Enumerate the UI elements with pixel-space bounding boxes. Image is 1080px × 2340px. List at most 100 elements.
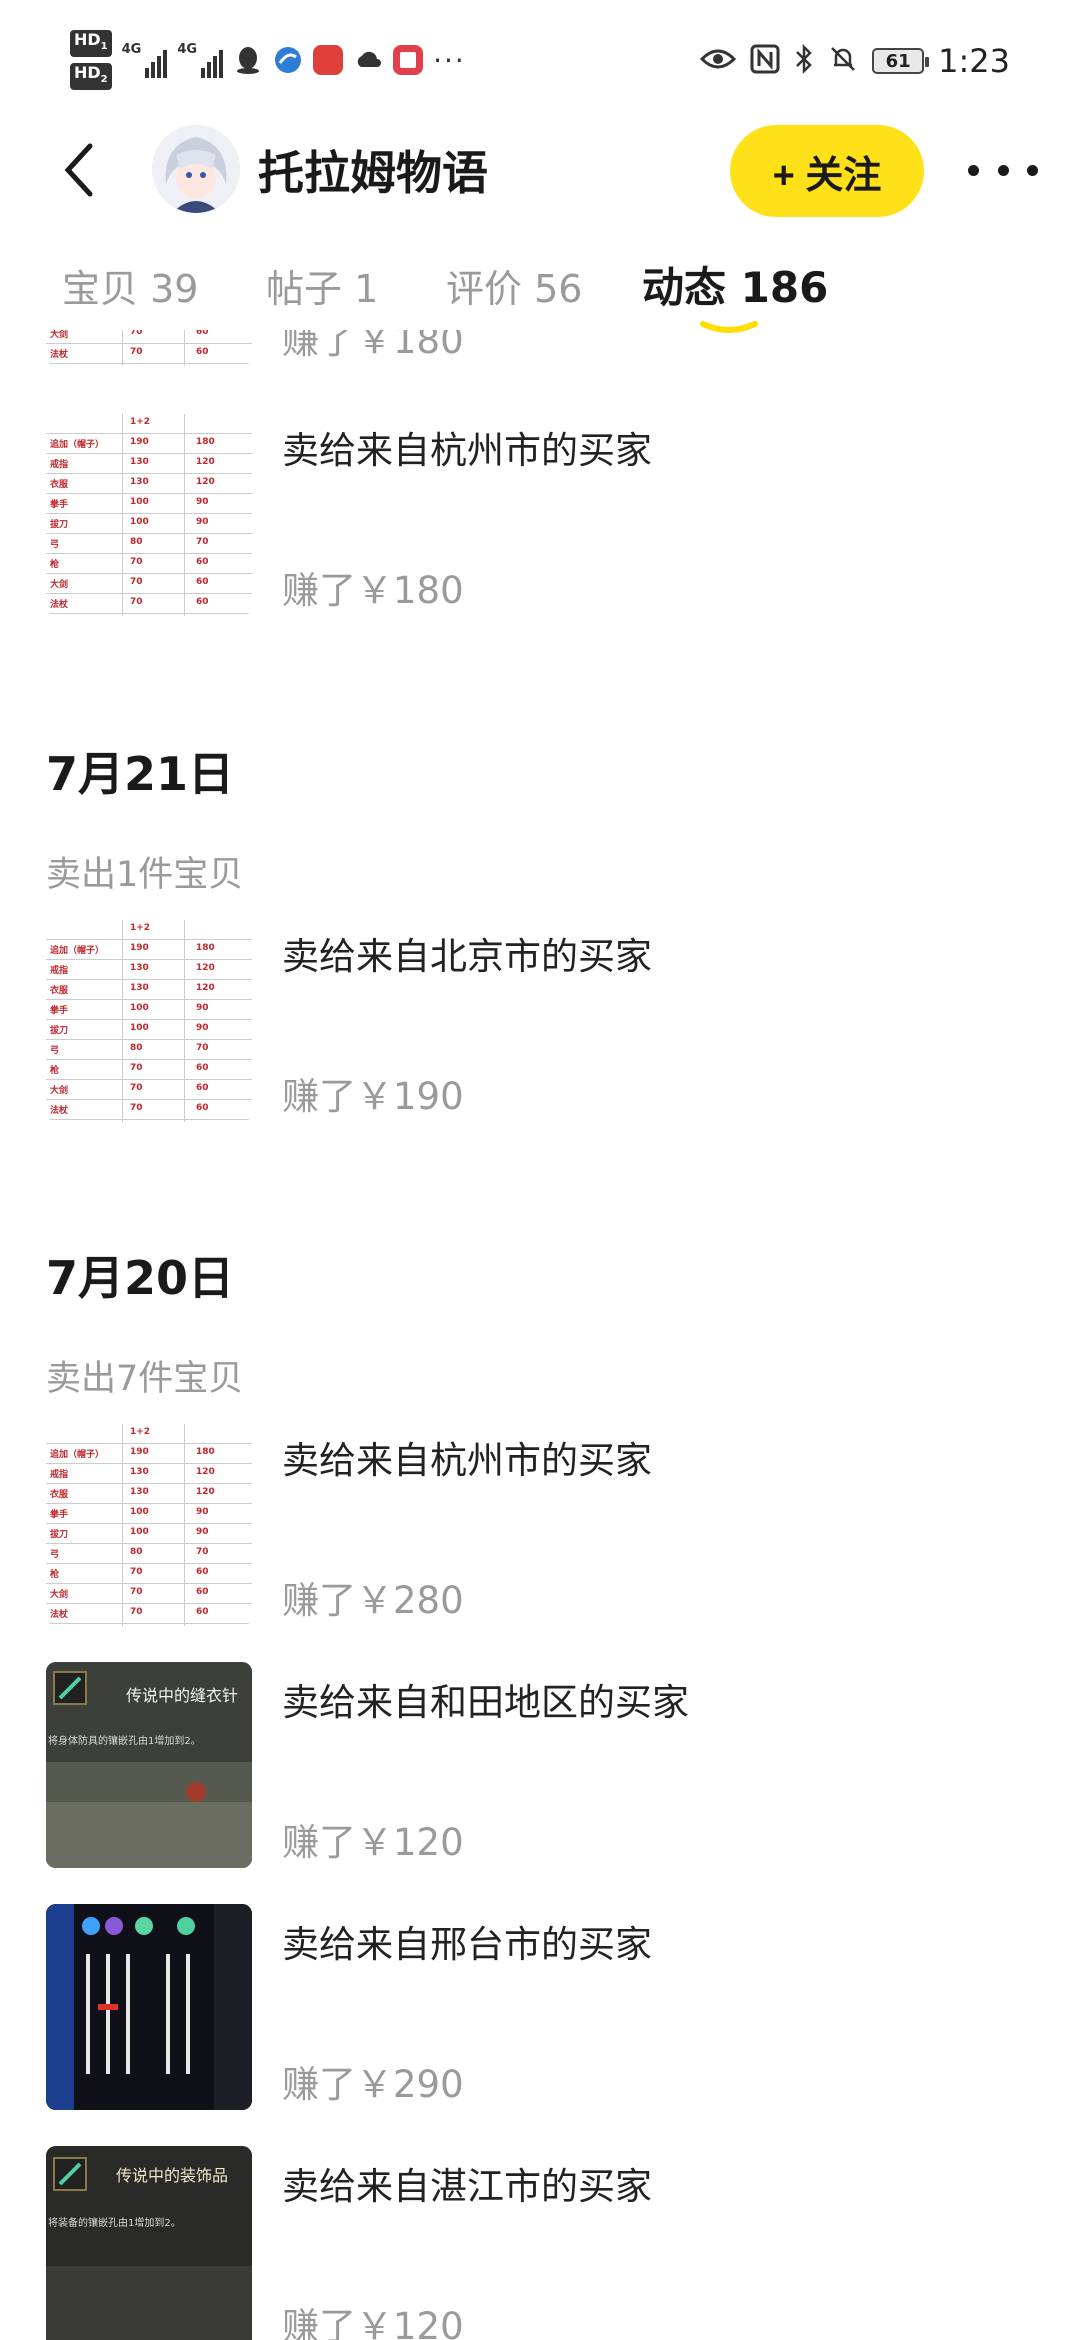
notification-overflow: ··· xyxy=(433,43,466,77)
earn-amount: 赚了￥180 xyxy=(282,330,464,362)
price-table-row: 拳手 100 90 xyxy=(46,1504,252,1524)
price-table-row: 追加（帽子） 190 180 xyxy=(46,940,252,960)
hd2-badge: HD2 xyxy=(70,63,112,91)
list-item[interactable]: 卖给来自邢台市的买家 赚了￥290 xyxy=(46,1904,1036,2116)
price-table-row: 戒指 130 120 xyxy=(46,1464,252,1484)
price-table-cell: 90 xyxy=(196,1023,209,1033)
price-table-row: 1+2 xyxy=(46,920,252,940)
price-table-row: 弓 80 70 xyxy=(46,534,252,554)
price-table-cell: 1+2 xyxy=(130,417,151,427)
price-table-row: 弓 80 70 xyxy=(46,1040,252,1060)
price-table-row: 衣服 130 120 xyxy=(46,980,252,1000)
price-table-cell: 80 xyxy=(130,1043,143,1053)
price-table-cell: 大剑 xyxy=(50,330,69,340)
price-table-image: 1+2追加（帽子）190180戒指130120衣服130120拳手10090拔刀… xyxy=(46,414,252,616)
tab-items[interactable]: 宝贝 39 xyxy=(62,258,198,313)
table-divider xyxy=(184,920,185,1122)
price-table-row: 弓 80 70 xyxy=(46,1544,252,1564)
price-table-cell: 60 xyxy=(196,1103,209,1113)
price-table-cell: 拔刀 xyxy=(50,1530,69,1540)
hd-indicators: HD1 HD2 xyxy=(70,29,112,91)
price-table-row: 拔刀 100 90 xyxy=(46,1524,252,1544)
price-table-row: 法杖 70 60 xyxy=(46,1604,252,1624)
price-table-cell: 枪 xyxy=(50,560,60,570)
tab-activity[interactable]: 动态 186 xyxy=(642,254,828,315)
mute-bell-icon xyxy=(828,44,858,78)
list-item[interactable]: 1+2追加（帽子）190180戒指130120衣服130120拳手10090拔刀… xyxy=(46,916,1036,1128)
price-table-cell: 120 xyxy=(196,457,215,467)
price-table-row: 枪 70 60 xyxy=(46,554,252,574)
game-caption: 传说中的装饰品 xyxy=(116,2166,229,2185)
price-table-cell: 70 xyxy=(130,577,143,587)
tab-reviews[interactable]: 评价 56 xyxy=(446,258,582,313)
buyer-location: 卖给来自湛江市的买家 xyxy=(282,2165,652,2208)
price-table-row: 枪 70 60 xyxy=(46,1564,252,1584)
price-table-cell: 120 xyxy=(196,983,215,993)
tab-posts[interactable]: 帖子 1 xyxy=(266,258,378,313)
item-thumbnail: 1+2追加（帽子）190180戒指130120衣服130120拳手10090拔刀… xyxy=(46,330,252,366)
price-table-cell: 190 xyxy=(130,1447,149,1457)
shop-header: 托拉姆物语 + 关注 xyxy=(0,115,1080,225)
table-divider xyxy=(184,1424,185,1626)
buyer-location: 卖给来自和田地区的买家 xyxy=(282,1681,689,1724)
list-item[interactable]: 传说中的缝衣针 将身体防具的镶嵌孔由1增加到2。 卖给来自和田地区的买家 赚了￥… xyxy=(46,1662,1036,1874)
more-button[interactable] xyxy=(968,145,1038,195)
price-table-cell: 70 xyxy=(130,557,143,567)
price-table-row: 拔刀 100 90 xyxy=(46,1020,252,1040)
price-table-cell: 70 xyxy=(130,1083,143,1093)
book-icon xyxy=(393,45,424,75)
price-table-cell: 70 xyxy=(196,537,209,547)
price-table-row: 1+2 xyxy=(46,414,252,434)
price-table-cell: 180 xyxy=(196,943,215,953)
price-table-cell: 70 xyxy=(196,1547,209,1557)
price-table-cell: 法杖 xyxy=(50,1106,69,1116)
earn-amount: 赚了￥280 xyxy=(282,1579,464,1622)
price-table-cell: 枪 xyxy=(50,1066,60,1076)
price-table-cell: 90 xyxy=(196,1507,209,1517)
price-table-cell: 100 xyxy=(130,1023,149,1033)
signal-icon: 4G xyxy=(177,42,224,78)
price-table-row: 拔刀 100 90 xyxy=(46,514,252,534)
price-table-cell: 90 xyxy=(196,497,209,507)
price-table-cell: 70 xyxy=(130,1587,143,1597)
price-table-cell: 60 xyxy=(196,1063,209,1073)
price-table-cell: 130 xyxy=(130,963,149,973)
game-screenshot: 传说中的缝衣针 将身体防具的镶嵌孔由1增加到2。 xyxy=(46,1662,252,1868)
price-table-cell: 法杖 xyxy=(50,350,69,360)
price-table-cell: 60 xyxy=(196,557,209,567)
signal-icon: 4G xyxy=(122,42,168,78)
qq-icon xyxy=(233,45,263,75)
price-table-cell: 100 xyxy=(130,517,149,527)
shop-avatar[interactable] xyxy=(152,125,240,213)
price-table-row: 追加（帽子） 190 180 xyxy=(46,434,252,454)
list-item[interactable]: 1+2追加（帽子）190180戒指130120衣服130120拳手10090拔刀… xyxy=(46,330,1036,372)
price-table-row: 法杖 70 60 xyxy=(46,594,252,614)
earn-amount: 赚了￥180 xyxy=(282,569,464,612)
price-table-cell: 100 xyxy=(130,1003,149,1013)
activity-feed[interactable]: 1+2追加（帽子）190180戒指130120衣服130120拳手10090拔刀… xyxy=(0,330,1080,2340)
price-table-cell: 70 xyxy=(130,1103,143,1113)
table-divider xyxy=(122,920,123,1122)
price-table-cell: 拔刀 xyxy=(50,1026,69,1036)
price-table-image: 1+2追加（帽子）190180戒指130120衣服130120拳手10090拔刀… xyxy=(46,330,252,366)
price-table-cell: 60 xyxy=(196,1567,209,1577)
price-table-cell: 衣服 xyxy=(50,1490,69,1500)
eye-icon xyxy=(700,47,737,75)
follow-button[interactable]: + 关注 xyxy=(730,125,924,217)
price-table-row: 拳手 100 90 xyxy=(46,1000,252,1020)
price-table-cell: 70 xyxy=(130,1567,143,1577)
price-table-cell: 130 xyxy=(130,477,149,487)
back-button[interactable] xyxy=(50,140,110,200)
buyer-location: 卖给来自邢台市的买家 xyxy=(282,1923,652,1966)
game-screenshot xyxy=(46,1904,252,2110)
price-table-cell: 衣服 xyxy=(50,986,69,996)
item-thumbnail: 1+2追加（帽子）190180戒指130120衣服130120拳手10090拔刀… xyxy=(46,916,252,1122)
list-item[interactable]: 1+2追加（帽子）190180戒指130120衣服130120拳手10090拔刀… xyxy=(46,410,1036,622)
item-thumbnail xyxy=(46,1904,252,2110)
price-table-cell: 120 xyxy=(196,1467,215,1477)
list-item[interactable]: 传说中的装饰品 将装备的镶嵌孔由1增加到2。 卖给来自湛江市的买家 赚了￥120 xyxy=(46,2146,1036,2340)
price-table-cell: 60 xyxy=(196,1083,209,1093)
list-item[interactable]: 1+2追加（帽子）190180戒指130120衣服130120拳手10090拔刀… xyxy=(46,1420,1036,1632)
price-table-cell: 法杖 xyxy=(50,1610,69,1620)
price-table-row: 法杖 70 60 xyxy=(46,344,252,364)
